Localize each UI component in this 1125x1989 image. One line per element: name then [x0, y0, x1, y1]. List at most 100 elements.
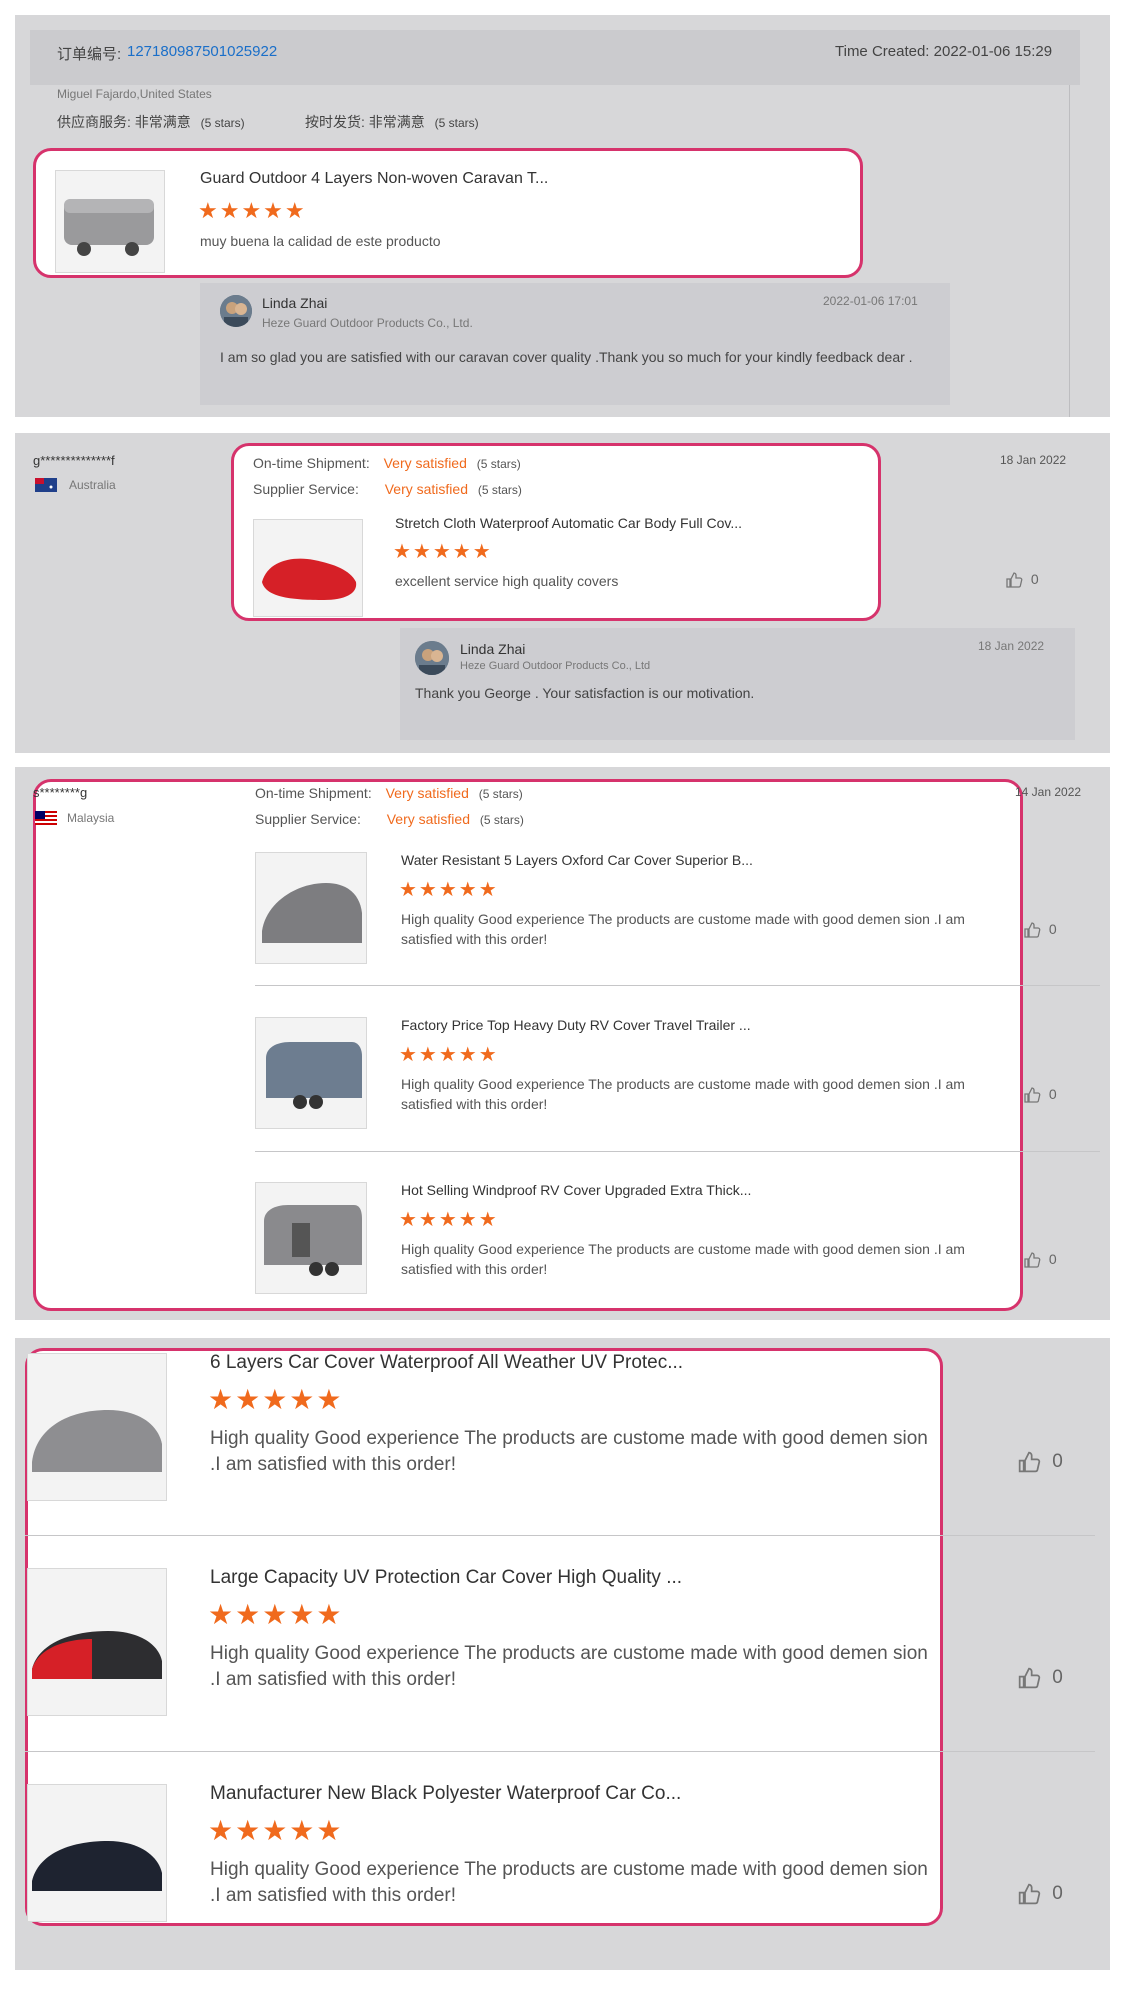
buyer-name: g**************f	[33, 453, 115, 468]
product-title-link[interactable]: Hot Selling Windproof RV Cover Upgraded …	[401, 1182, 751, 1198]
panel-right-border	[1069, 85, 1070, 417]
review-comment: excellent service high quality covers	[395, 573, 619, 589]
product-thumbnail[interactable]	[253, 519, 363, 617]
product-thumbnail[interactable]	[55, 170, 165, 273]
review-comment: High quality Good experience The product…	[401, 911, 965, 947]
product-title-link[interactable]: Factory Price Top Heavy Duty RV Cover Tr…	[401, 1017, 751, 1033]
supplier-service-rating: 供应商服务: 非常满意 (5 stars)	[57, 112, 245, 132]
like-button[interactable]: 0	[1005, 571, 1039, 589]
shipment-value: Very satisfied	[385, 785, 469, 801]
reply-date: 18 Jan 2022	[978, 639, 1045, 653]
reply-text: I am so glad you are satisfied with our …	[220, 349, 913, 365]
like-count: 0	[1052, 1451, 1063, 1473]
review-panel-australia: g**************f Australia 18 Jan 2022 O…	[15, 433, 1110, 753]
thumbs-up-icon	[1024, 922, 1041, 938]
product-thumbnail[interactable]	[27, 1784, 167, 1922]
reply-date: 2022-01-06 17:01	[823, 294, 918, 308]
shipment-rating: On-time Shipment: Very satisfied (5 star…	[255, 785, 523, 801]
item-divider	[255, 1151, 1100, 1152]
rating-stars: ★★★★★	[393, 541, 493, 563]
shipment-value: Very satisfied	[383, 455, 467, 471]
supplier-service-rating: Supplier Service: Very satisfied (5 star…	[253, 481, 522, 497]
like-button[interactable]: 0	[1023, 921, 1057, 939]
thumbs-up-icon	[1018, 1451, 1041, 1473]
thumbs-up-icon	[1024, 1087, 1041, 1103]
thumbs-up-icon	[1006, 572, 1023, 588]
like-button[interactable]: 0	[1017, 1882, 1063, 1906]
buyer-country: Malaysia	[67, 811, 115, 825]
supplier-label: Supplier Service:	[253, 481, 359, 497]
supplier-label: Supplier Service:	[255, 811, 361, 827]
product-thumbnail[interactable]	[255, 852, 367, 964]
buyer-name: s********g	[33, 785, 88, 800]
reply-text: Thank you George . Your satisfaction is …	[415, 685, 755, 701]
rating-stars: ★★★★★	[208, 1384, 344, 1415]
supplier-service-label: 供应商服务:	[57, 114, 131, 130]
thumbs-up-icon	[1024, 1252, 1041, 1268]
like-button[interactable]: 0	[1023, 1086, 1057, 1104]
review-date: 14 Jan 2022	[1015, 785, 1082, 799]
like-count: 0	[1048, 921, 1057, 937]
rv-windproof-cover-image	[264, 1205, 362, 1276]
flag-australia-icon	[35, 478, 57, 492]
review-comment: High quality Good experience The product…	[210, 1643, 928, 1690]
like-button[interactable]: 0	[1017, 1450, 1063, 1474]
like-button[interactable]: 0	[1023, 1251, 1057, 1269]
rating-stars: ★★★★★	[399, 1044, 499, 1066]
product-thumbnail[interactable]	[27, 1353, 167, 1501]
product-thumbnail[interactable]	[255, 1182, 367, 1294]
rv-cover-image	[266, 1042, 362, 1109]
thumbs-up-icon	[1018, 1883, 1041, 1905]
user-avatar-icon	[415, 641, 449, 675]
review-panel-malaysia: s********g Malaysia 14 Jan 2022 On-time …	[15, 767, 1110, 1320]
supplier-service-rating: Supplier Service: Very satisfied (5 star…	[255, 811, 524, 827]
review-panel-order: 订单编号: 127180987501025922 Time Created: 2…	[15, 15, 1110, 417]
product-thumbnail[interactable]	[255, 1017, 367, 1129]
product-title-link[interactable]: Large Capacity UV Protection Car Cover H…	[210, 1567, 682, 1589]
product-thumbnail[interactable]	[27, 1568, 167, 1716]
product-title-link[interactable]: Guard Outdoor 4 Layers Non-woven Caravan…	[200, 170, 548, 188]
shipment-stars: (5 stars)	[434, 116, 479, 130]
shipment-label: On-time Shipment:	[253, 455, 370, 471]
red-car-cover-image	[262, 558, 357, 600]
review-comment: High quality Good experience The product…	[210, 1859, 928, 1906]
time-created: Time Created: 2022-01-06 15:29	[835, 43, 1053, 60]
review-comment: High quality Good experience The product…	[210, 1428, 928, 1475]
supplier-service-stars: (5 stars)	[200, 116, 245, 130]
user-avatar-icon	[220, 295, 252, 327]
item-divider	[25, 1535, 1095, 1536]
shipment-label: On-time Shipment:	[255, 785, 372, 801]
product-title-link[interactable]: Manufacturer New Black Polyester Waterpr…	[210, 1783, 681, 1805]
like-button[interactable]: 0	[1017, 1666, 1063, 1690]
caravan-cover-image	[64, 199, 154, 256]
avatar	[415, 641, 449, 675]
supplier-value: Very satisfied	[384, 481, 468, 497]
order-number-label: 订单编号:	[57, 46, 122, 63]
grey-car-cover-image	[262, 883, 362, 943]
rating-stars: ★★★★★	[399, 879, 499, 901]
like-count: 0	[1048, 1251, 1057, 1267]
shipment-rating: 按时发货: 非常满意 (5 stars)	[305, 112, 479, 132]
review-comment: High quality Good experience The product…	[401, 1076, 965, 1112]
rating-stars: ★★★★★	[208, 1815, 344, 1846]
item-divider	[255, 985, 1100, 986]
review-date: 18 Jan 2022	[1000, 453, 1067, 467]
order-number-link[interactable]: 127180987501025922	[127, 43, 277, 60]
like-count: 0	[1030, 571, 1039, 587]
product-title-link[interactable]: 6 Layers Car Cover Waterproof All Weathe…	[210, 1352, 683, 1374]
reply-author-name: Linda Zhai	[262, 295, 328, 311]
shipment-stars: (5 stars)	[478, 787, 523, 801]
supplier-stars: (5 stars)	[477, 483, 522, 497]
flag-malaysia-icon	[35, 811, 57, 825]
supplier-service-value: 非常满意	[134, 114, 191, 130]
supplier-value: Very satisfied	[386, 811, 470, 827]
buyer-country: Australia	[69, 478, 116, 492]
rating-stars: ★★★★★	[208, 1599, 344, 1630]
like-count: 0	[1048, 1086, 1057, 1102]
buyer-name: Miguel Fajardo,United States	[57, 87, 212, 101]
product-title-link[interactable]: Stretch Cloth Waterproof Automatic Car B…	[395, 515, 742, 531]
product-title-link[interactable]: Water Resistant 5 Layers Oxford Car Cove…	[401, 852, 753, 868]
shipment-stars: (5 stars)	[476, 457, 521, 471]
grey-car-cover-image	[32, 1410, 162, 1472]
shipment-label: 按时发货:	[305, 114, 365, 130]
